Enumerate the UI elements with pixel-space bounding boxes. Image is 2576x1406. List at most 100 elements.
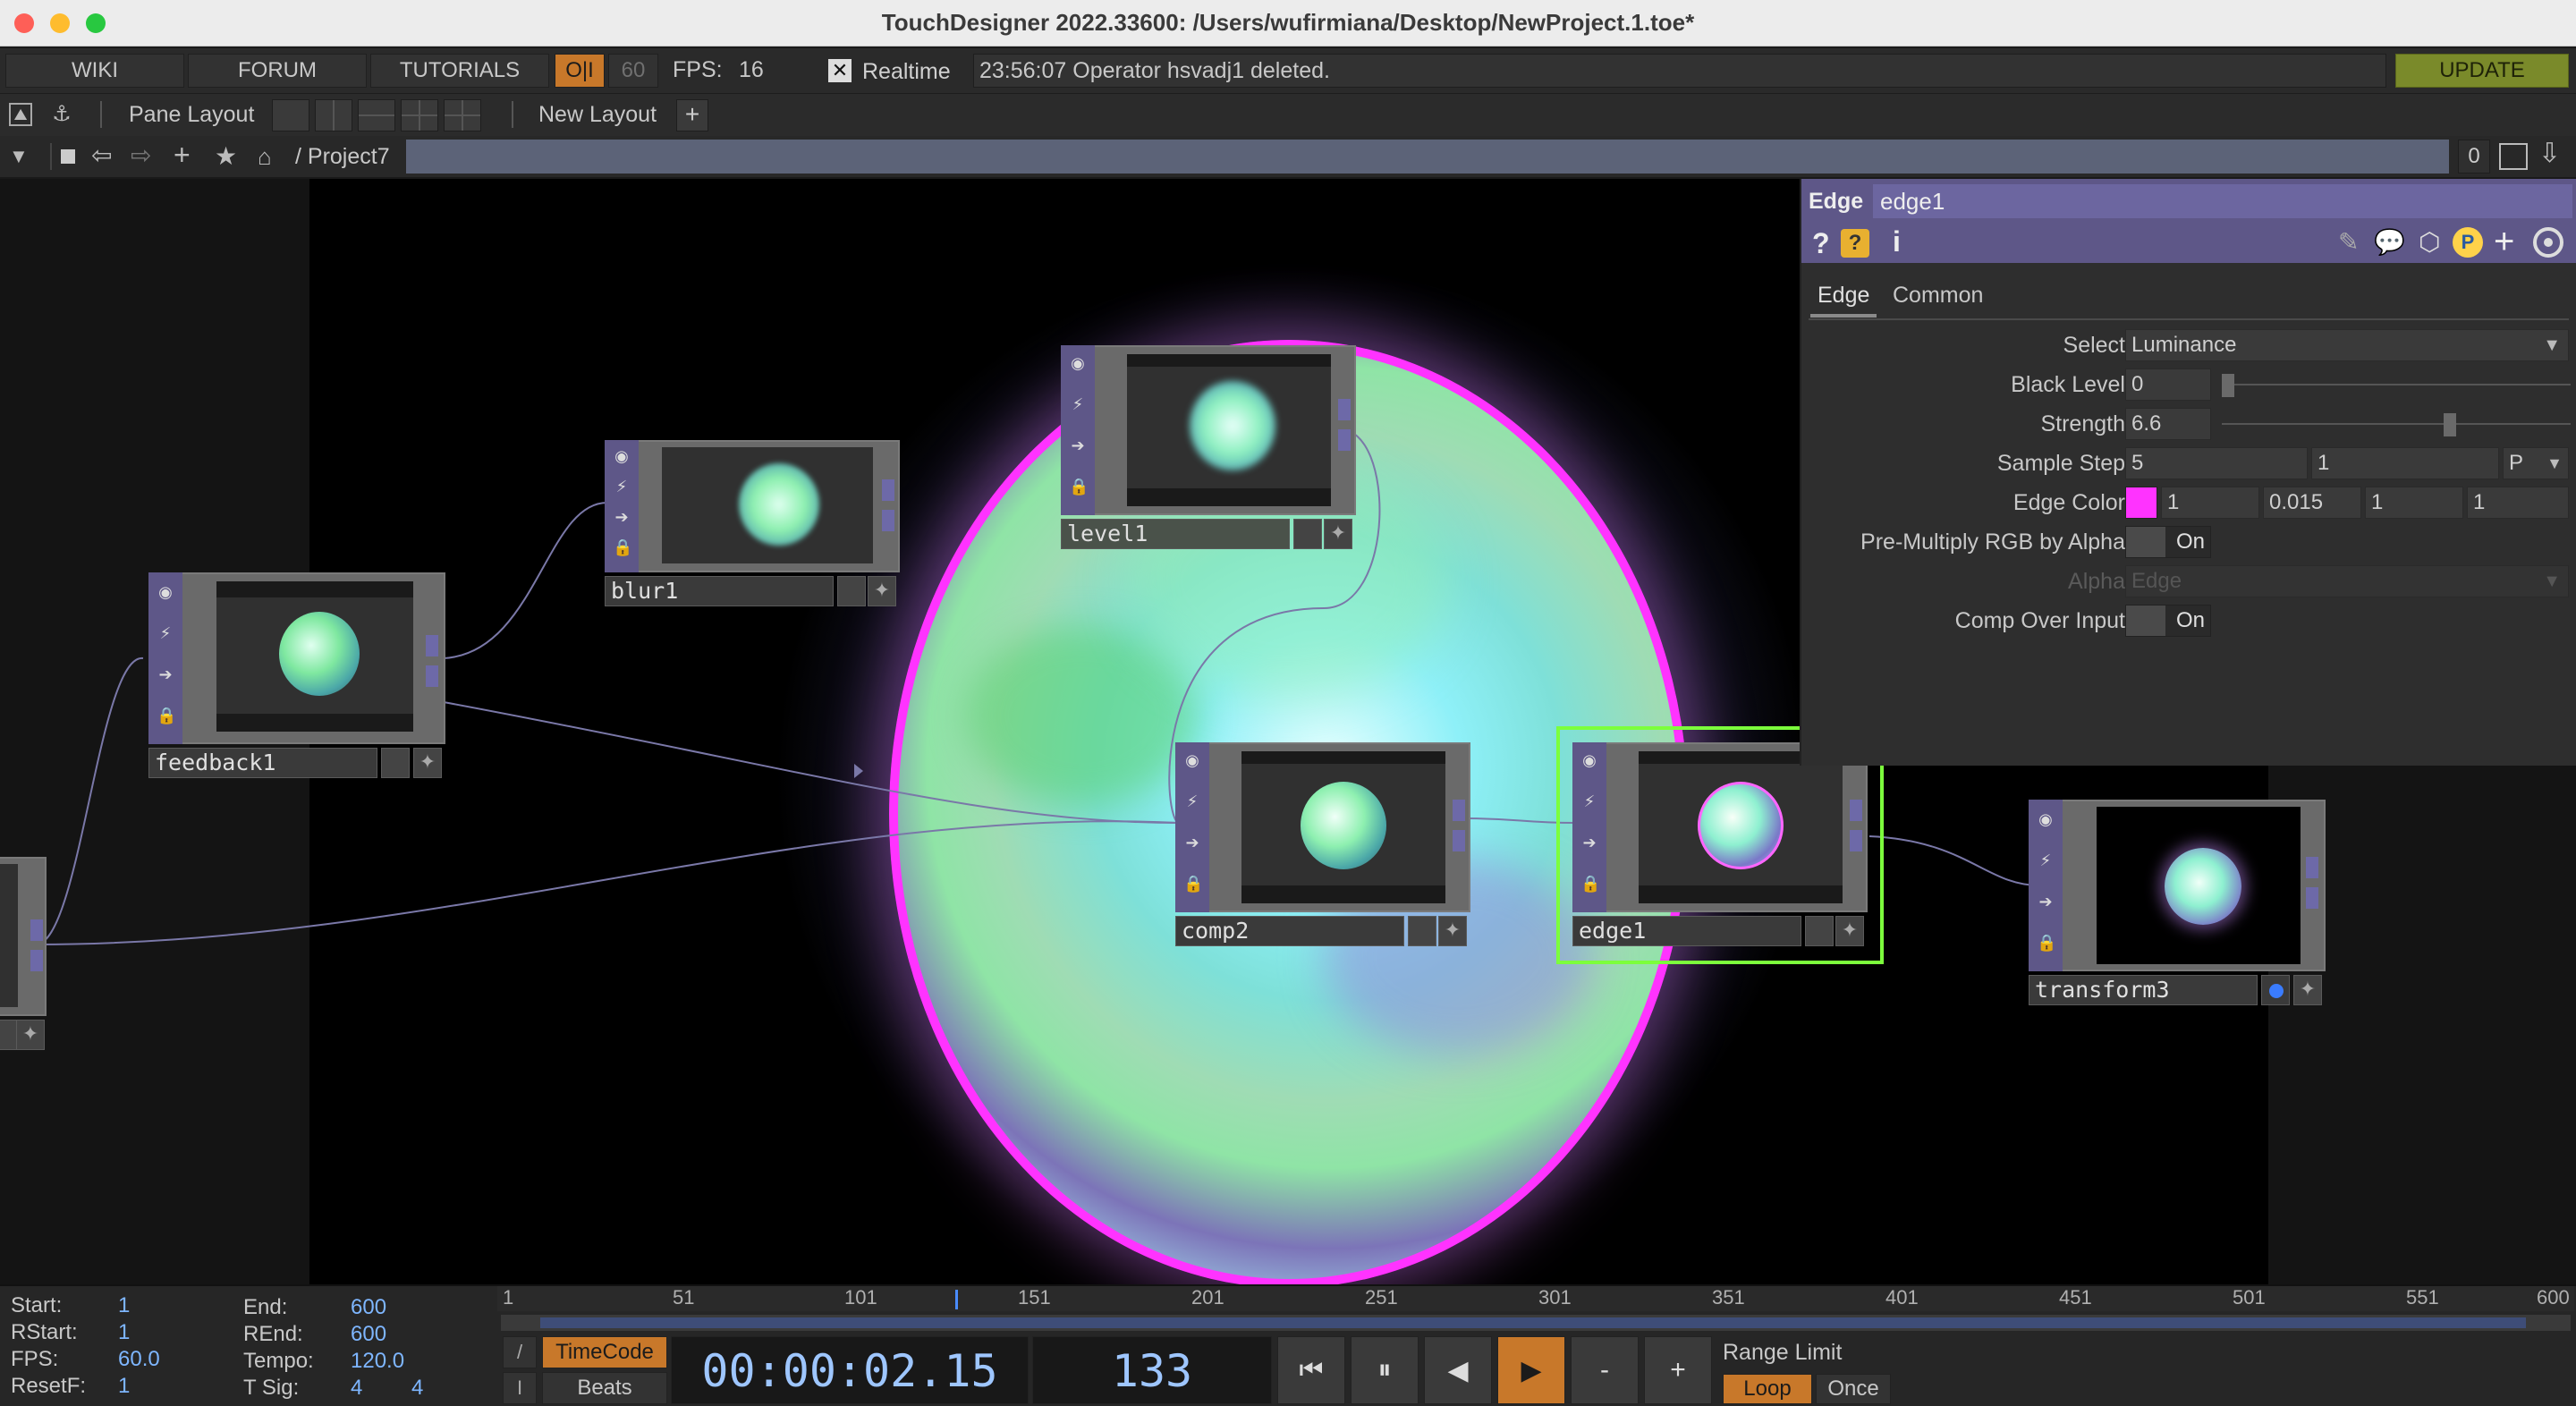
pane-home-icon[interactable]: ⛰ [9,103,32,126]
step-forward-button[interactable]: + [1644,1336,1712,1404]
anchor-icon[interactable]: ⚓ [48,101,75,128]
node-label[interactable]: level1 [1061,519,1290,549]
display-icon[interactable]: ➔ [1069,436,1087,454]
edge-color-b-field[interactable]: 1 [2365,487,2463,519]
display-icon[interactable]: ➔ [2037,893,2055,911]
bookmark-icon[interactable]: ★ [215,141,237,171]
step-back-button[interactable]: - [1571,1336,1639,1404]
lock-icon[interactable]: 🔒 [157,707,176,724]
display-icon[interactable]: ➔ [157,665,174,683]
node-flag[interactable] [1408,916,1436,946]
layout-four-pane-button[interactable] [444,99,481,131]
home-icon[interactable]: ⌂ [258,143,272,171]
viewer-icon[interactable]: ◉ [2037,810,2055,828]
display-icon[interactable]: ➔ [613,508,631,526]
edge-color-g-field[interactable]: 0.015 [2263,487,2361,519]
realtime-checkbox[interactable]: ✕ [828,59,852,82]
rend-value[interactable]: 600 [351,1322,386,1347]
node-comp2[interactable]: ◉ ⚡ ➔ 🔒 comp2 ✦ [1175,742,1470,946]
tsig-denominator[interactable]: 4 [411,1376,423,1401]
layout-single-button[interactable] [272,99,309,131]
node-flag[interactable]: ✦ [1438,916,1467,946]
pane-dock-icon[interactable]: ⇩ [2538,138,2561,169]
python-help-icon[interactable]: ? [1841,229,1869,258]
python-icon[interactable]: P [2453,227,2483,258]
comp-over-toggle[interactable]: On [2125,605,2211,637]
resetf-value[interactable]: 1 [118,1374,130,1399]
node-blur1[interactable]: ◉ ⚡ ➔ 🔒 blur1 ✦ [605,440,900,630]
start-value[interactable]: 1 [118,1293,130,1318]
strength-slider-handle[interactable] [2444,413,2456,436]
wiki-button[interactable]: WIKI [5,54,184,88]
tab-common[interactable]: Common [1893,283,1983,309]
counter-field[interactable]: 0 [2458,140,2490,174]
premultiply-toggle[interactable]: On [2125,526,2211,558]
node-flag[interactable]: ✦ [1835,916,1864,946]
tab-edge[interactable]: Edge [1810,277,1877,318]
node-flag[interactable]: ✦ [1324,519,1352,549]
lock-icon[interactable]: 🔒 [2037,934,2056,952]
node-flag[interactable]: ✦ [2293,975,2322,1005]
forward-icon[interactable]: ⇨ [131,140,151,170]
viewer-icon[interactable]: ◉ [613,447,631,465]
node-transform3[interactable]: ◉ ⚡ ➔ 🔒 transform3 ✦ [2029,800,2326,1007]
path-field[interactable] [406,140,2449,174]
once-button[interactable]: Once [1816,1374,1891,1404]
play-forward-button[interactable]: ▶ [1497,1336,1565,1404]
loop-button[interactable]: Loop [1723,1374,1812,1404]
info-icon[interactable]: i [1893,225,1901,258]
node-flag[interactable] [2261,975,2290,1005]
end-value[interactable]: 600 [351,1295,386,1320]
node-flag[interactable]: ✦ [413,748,442,778]
edge-color-a-field[interactable]: 1 [2467,487,2569,519]
network-path[interactable]: / Project7 [295,144,390,170]
beats-button[interactable]: Beats [542,1372,667,1404]
op-name-field[interactable]: edge1 [1873,184,2572,218]
fps-target-field[interactable]: 60 [608,54,658,88]
bypass-icon[interactable]: ⚡ [613,478,631,495]
strength-slider[interactable] [2222,423,2571,425]
pane-menu-icon[interactable]: ▼ [9,145,29,168]
timecode-display[interactable]: 00:00:02.15 [671,1336,1029,1404]
node-flag[interactable] [1805,916,1834,946]
viewer-toggle-icon[interactable] [2533,227,2563,258]
layout-split-horizontal-button[interactable] [358,99,395,131]
node-flag[interactable] [837,576,866,606]
display-icon[interactable]: ➔ [1580,834,1598,851]
node-label[interactable]: blur1 [605,576,834,606]
frame-display[interactable]: 133 [1032,1336,1272,1404]
sample-step-y-field[interactable]: 1 [2311,447,2499,479]
select-dropdown[interactable]: Luminance ▼ [2125,329,2569,361]
zoom-window-button[interactable] [86,13,106,33]
timecode-button[interactable]: TimeCode [542,1336,667,1368]
offscreen-node[interactable]: ✦ [0,857,47,1050]
comment-icon[interactable]: 💬 [2374,227,2405,257]
lock-icon[interactable]: 🔒 [613,538,632,556]
update-button[interactable]: UPDATE [2395,54,2569,88]
black-level-slider-handle[interactable] [2222,374,2234,397]
add-operator-icon[interactable]: + [174,139,191,172]
layout-split-vertical-button[interactable] [315,99,352,131]
layout-three-pane-button[interactable] [401,99,438,131]
rstart-value[interactable]: 1 [118,1320,130,1345]
sample-step-x-field[interactable]: 5 [2125,447,2308,479]
maximize-pane-icon[interactable] [2499,143,2528,170]
node-flag[interactable]: ✦ [868,576,896,606]
node-edge1[interactable]: ◉ ⚡ ➔ 🔒 edge1 ✦ [1572,742,1868,946]
strength-field[interactable]: 6.6 [2125,408,2211,440]
add-layout-button[interactable]: + [676,99,708,131]
lock-icon[interactable]: 🔒 [1580,875,1600,893]
tsig-numerator[interactable]: 4 [351,1376,362,1401]
timeline-range-bar[interactable] [540,1317,2526,1328]
bypass-icon[interactable]: ⚡ [2037,851,2055,869]
timecode-mode-icon[interactable]: / [503,1336,537,1368]
node-label[interactable]: edge1 [1572,916,1801,946]
bypass-icon[interactable]: ⚡ [1580,792,1598,810]
node-level1[interactable]: ◉ ⚡ ➔ 🔒 level1 ✦ [1061,345,1356,549]
perform-mode-toggle[interactable]: O|I [555,54,605,88]
node-label[interactable]: transform3 [2029,975,2258,1005]
black-level-field[interactable]: 0 [2125,368,2211,401]
beats-mode-icon[interactable]: I [503,1372,537,1404]
node-feedback1[interactable]: ◉ ⚡ ➔ 🔒 feedback1 ✦ [148,572,445,780]
fps-value[interactable]: 60.0 [118,1347,160,1372]
